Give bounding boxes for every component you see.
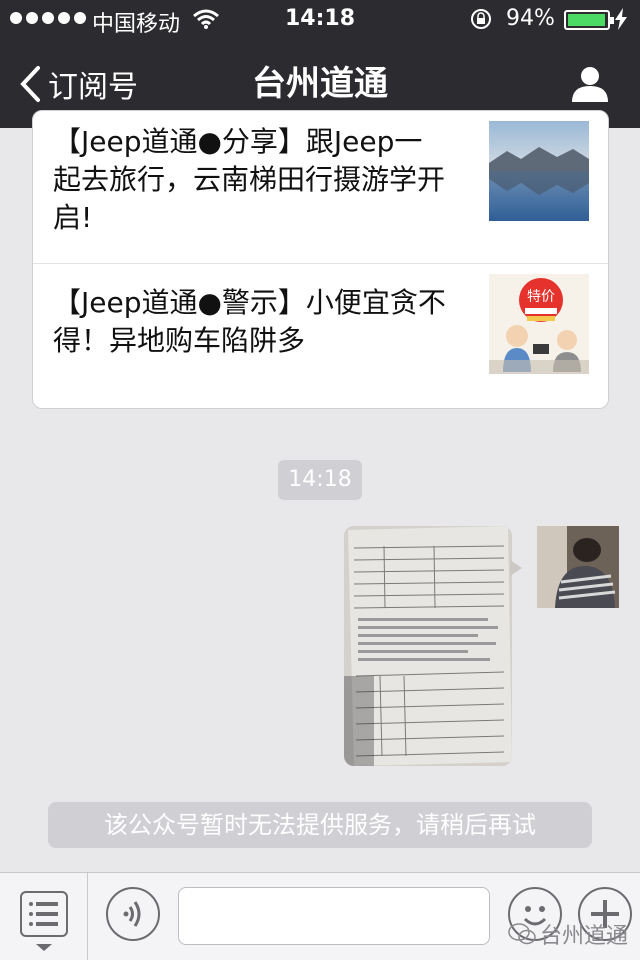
voice-wave-icon (123, 901, 141, 927)
message-input[interactable] (178, 887, 490, 945)
menu-toggle-button[interactable] (0, 873, 88, 960)
document-photo (344, 526, 512, 766)
status-bar: 中国移动 14:18 94% (0, 0, 640, 40)
system-message: 该公众号暂时无法提供服务，请稍后再试 (48, 802, 592, 848)
cartoon-illustration-thumbnail: 特价 (489, 274, 589, 374)
battery-icon (564, 10, 614, 30)
voice-button[interactable] (106, 887, 160, 941)
charging-bolt-icon (615, 8, 627, 30)
watermark-text: 台州道通 (540, 924, 629, 949)
avatar[interactable] (537, 526, 619, 608)
article-title: 【Jeep道通●警示】小便宜贪不得！异地购车陷阱多 (53, 286, 446, 357)
profile-icon[interactable] (568, 62, 612, 106)
page-title: 台州道通 (252, 64, 388, 104)
article-title: 【Jeep道通●分享】跟Jeep一起去旅行，云南梯田行摄游学开启! (53, 125, 446, 234)
rotation-lock-icon (471, 9, 491, 29)
chat-timestamp: 14:18 (278, 460, 362, 500)
article-item[interactable]: 【Jeep道通●分享】跟Jeep一起去旅行，云南梯田行摄游学开启! (33, 111, 608, 263)
thumbnail-text: 特价 (527, 289, 555, 305)
sent-image-message[interactable] (344, 526, 512, 766)
top-bar: 中国移动 14:18 94% 订阅号 台州道通 (0, 0, 640, 128)
bubble-tail (510, 560, 522, 576)
watermark: 台州道通 (508, 918, 628, 950)
chevron-down-icon (36, 944, 52, 951)
landscape-photo-thumbnail (489, 121, 589, 221)
menu-icon (20, 891, 68, 937)
article-item[interactable]: 【Jeep道通●警示】小便宜贪不得！异地购车陷阱多 特价 (33, 263, 608, 408)
article-card: 【Jeep道通●分享】跟Jeep一起去旅行，云南梯田行摄游学开启! 【Jeep道… (32, 110, 609, 409)
wechat-logo-icon (508, 923, 536, 945)
user-avatar-photo (537, 526, 619, 608)
battery-percentage: 94% (506, 6, 555, 31)
